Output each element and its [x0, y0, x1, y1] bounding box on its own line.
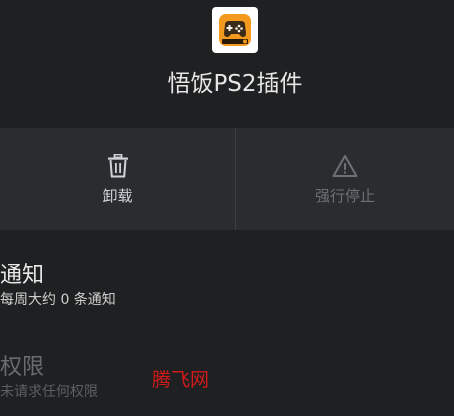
notifications-setting[interactable]: 通知 每周大约 0 条通知 [0, 262, 116, 310]
uninstall-label: 卸载 [102, 187, 133, 205]
force-stop-button[interactable]: 强行停止 [235, 128, 454, 230]
app-info-screen: 悟饭PS2插件 卸载 强行停止 通知 每周大约 0 条通知 权限 未请求任何权限… [0, 0, 454, 416]
gamepad-app-icon [212, 7, 258, 53]
action-bar: 卸载 强行停止 [0, 128, 454, 230]
trash-icon [104, 152, 132, 180]
permissions-title: 权限 [0, 355, 45, 380]
app-name: 悟饭PS2插件 [167, 71, 303, 97]
permissions-summary: 未请求任何权限 [0, 384, 98, 400]
notifications-summary: 每周大约 0 条通知 [0, 292, 116, 308]
permissions-setting[interactable]: 权限 未请求任何权限 [0, 354, 98, 402]
uninstall-button[interactable]: 卸载 [0, 128, 235, 230]
warning-triangle-icon [331, 152, 359, 180]
notifications-title: 通知 [0, 263, 45, 288]
watermark: 腾飞网 [152, 369, 210, 391]
force-stop-label: 强行停止 [314, 187, 375, 205]
